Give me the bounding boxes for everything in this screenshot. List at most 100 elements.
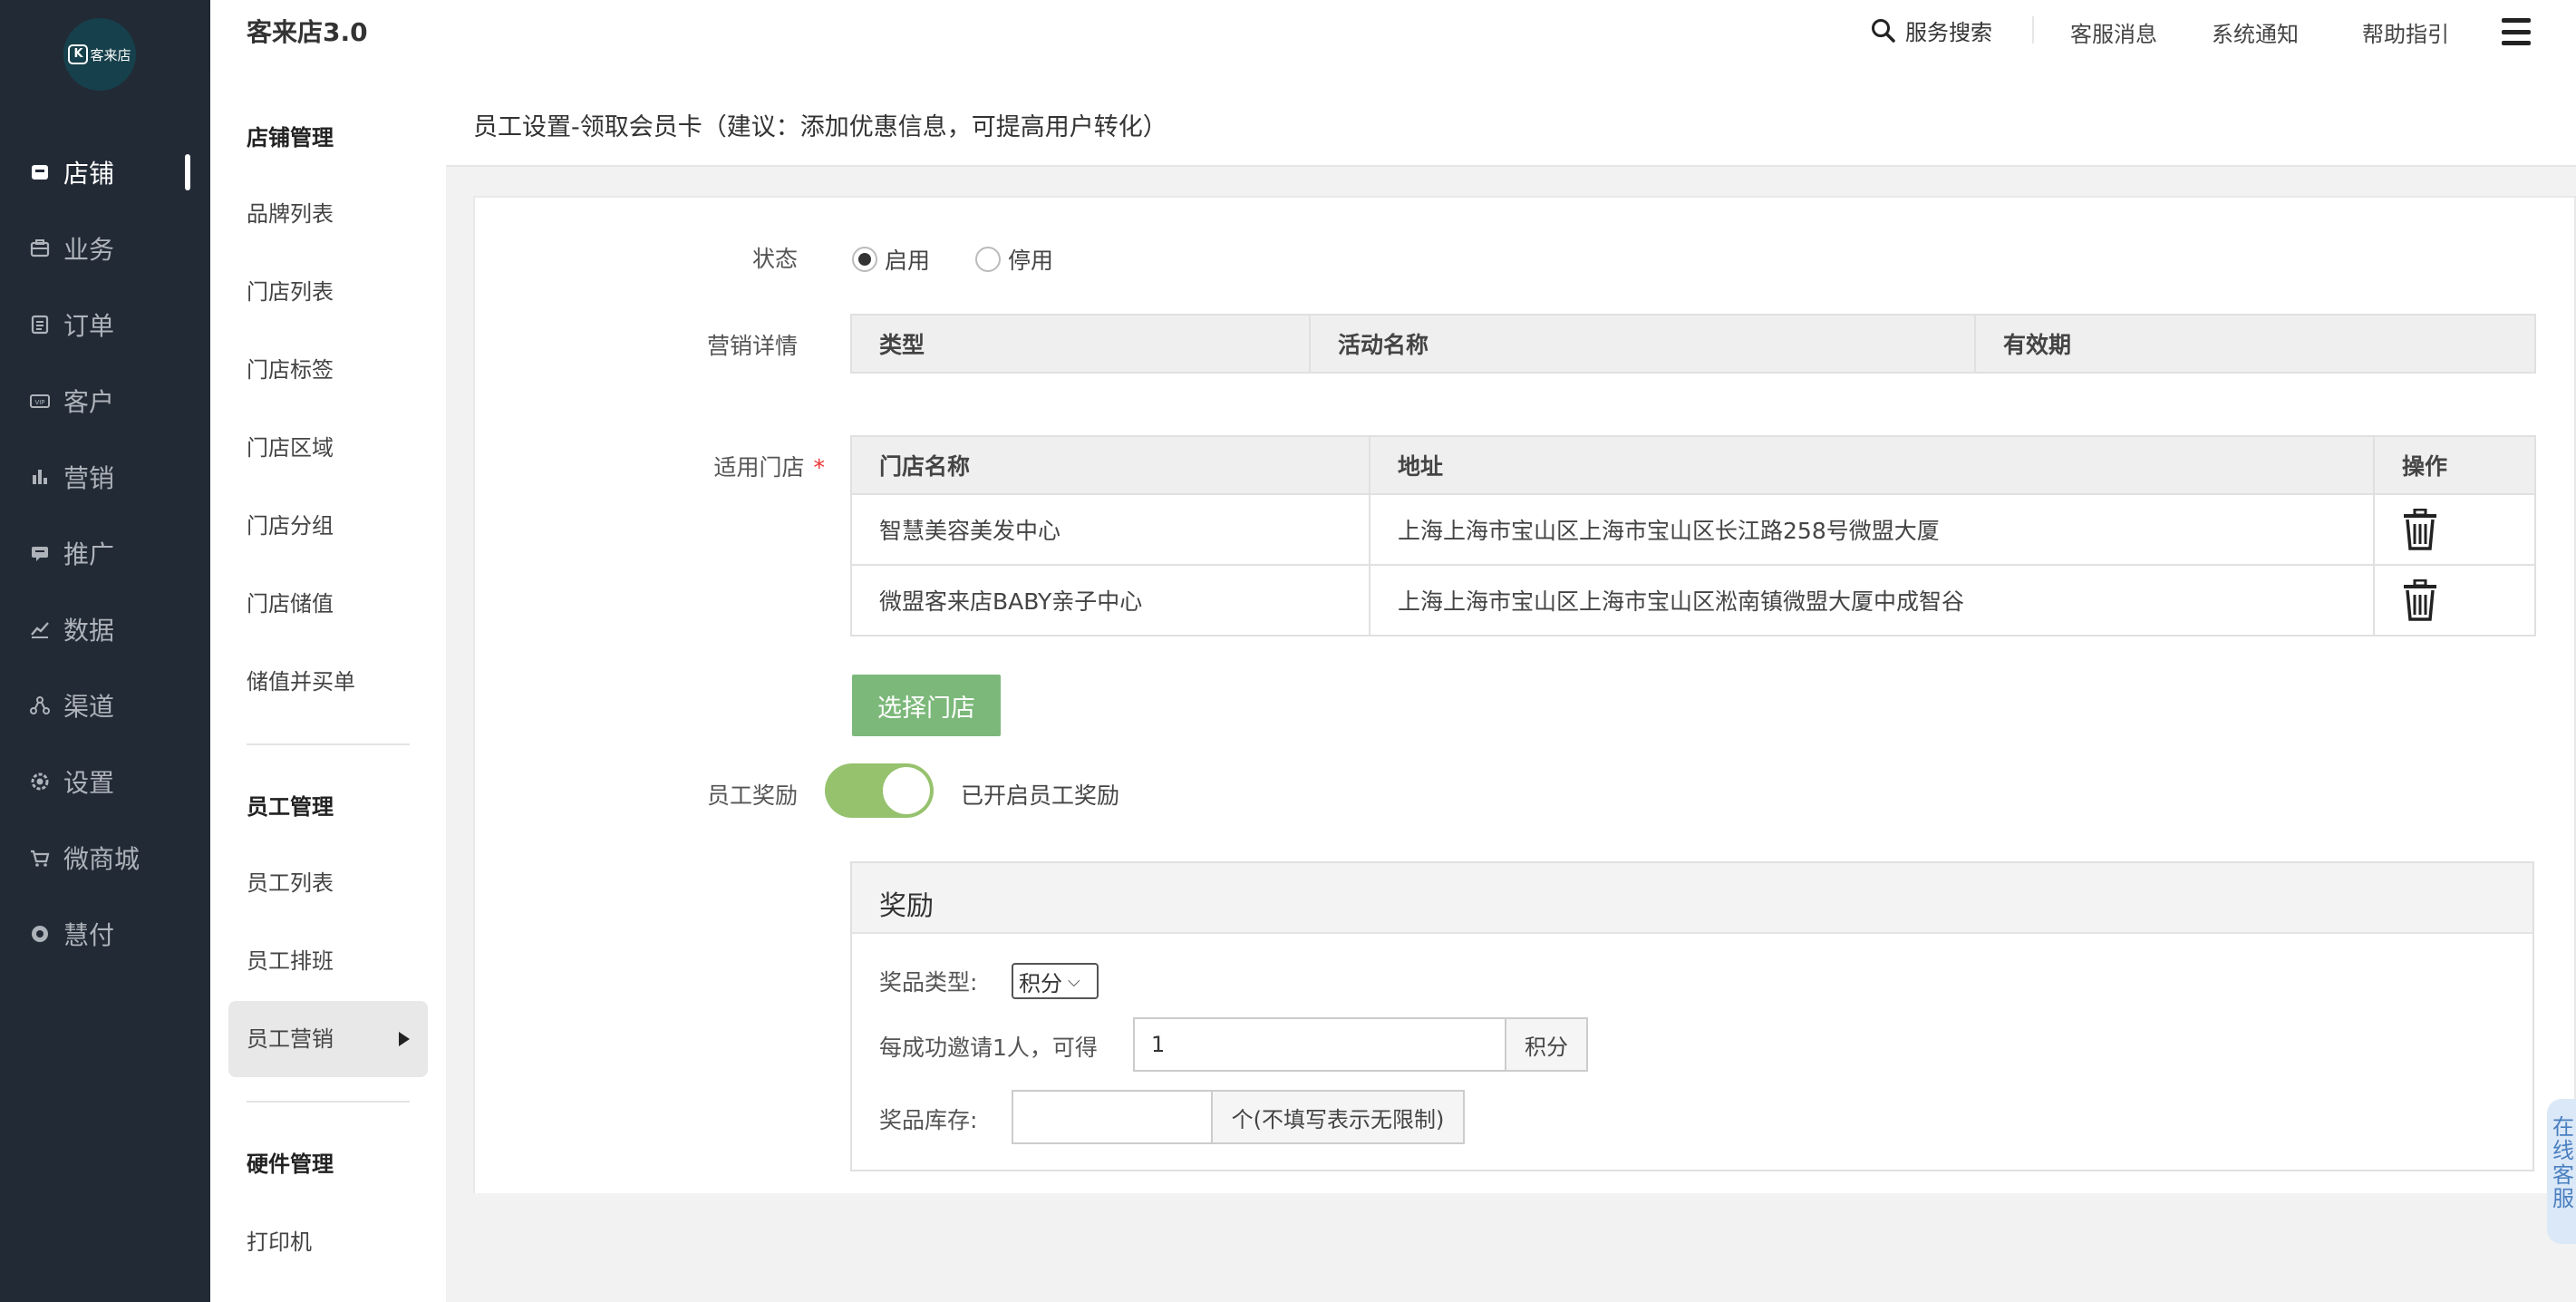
page-title-bar: 员工设置-领取会员卡（建议：添加优惠信息，可提高用户转化） (446, 73, 2576, 167)
nav-item-5[interactable]: 营销 (0, 450, 210, 504)
reward-panel-title: 奖励 (879, 890, 934, 922)
store-name: 智慧美容美发中心 (850, 493, 1370, 566)
trash-icon[interactable] (2402, 509, 2438, 550)
service-search-label: 服务搜索 (1905, 20, 1992, 45)
help-guide-link[interactable]: 帮助指引 (2362, 16, 2449, 48)
channel-icon (29, 695, 51, 716)
reward-type-select[interactable]: 积分 ⌵ (1012, 963, 1099, 999)
subnav-group-hardware: 硬件管理 (247, 1151, 334, 1177)
system-notice-link[interactable]: 系统通知 (2212, 16, 2299, 48)
subnav-item-printer[interactable]: 打印机 (247, 1224, 312, 1256)
nav-item-label: 微商城 (63, 844, 140, 874)
menu-icon[interactable] (2502, 18, 2531, 45)
customer-service-link[interactable]: 客服消息 (2070, 16, 2157, 48)
logo-text: 客来店 (90, 46, 131, 63)
radio-unchecked-icon (975, 247, 1001, 272)
nav-item-1[interactable]: 店铺 (0, 145, 210, 199)
nav-item-7[interactable]: 数据 (0, 602, 210, 656)
subnav-item-staff-list[interactable]: 员工列表 (247, 865, 334, 897)
status-enable-label: 启用 (885, 248, 931, 274)
reward-type-value: 积分 (1019, 970, 1062, 996)
subnav-item-staff-marketing[interactable]: 员工营销 (247, 1021, 334, 1053)
per-invite-label: 每成功邀请1人，可得 (879, 1035, 1098, 1061)
stores-table: 门店名称 地址 操作 智慧美容美发中心 上海上海市宝山区上海市宝山区长江路258… (850, 435, 2536, 636)
caret-right-icon (399, 1032, 410, 1046)
nav-item-9[interactable]: 设置 (0, 754, 210, 809)
stores-label-text: 适用门店 (713, 454, 805, 481)
nav-item-label: 推广 (63, 539, 115, 569)
subnav-group-staff: 员工管理 (247, 794, 334, 820)
marketing-label: 营销详情 (706, 333, 798, 359)
toggle-knob (883, 767, 930, 814)
chevron-down-icon: ⌵ (1068, 971, 1080, 991)
per-invite-input[interactable]: 1 (1133, 1017, 1506, 1072)
main-nav: K 客来店 店铺业务订单 VIP 客户营销推广数据渠道设置微商城慧付 (0, 0, 210, 1302)
subnav-item-store-list[interactable]: 门店列表 (247, 274, 334, 306)
nav-item-label: 客户 (63, 387, 115, 417)
stock-label: 奖品库存: (879, 1107, 978, 1133)
store-actions-cell (2373, 564, 2536, 636)
subnav-item-store-region[interactable]: 门店区域 (247, 430, 334, 462)
app-logo[interactable]: K 客来店 (63, 18, 136, 91)
status-disable-label: 停用 (1008, 248, 1054, 274)
nav-item-2[interactable]: 业务 (0, 221, 210, 276)
subnav-item-store-deposit[interactable]: 门店储值 (247, 586, 334, 617)
subnav-item-store-group[interactable]: 门店分组 (247, 508, 334, 539)
reward-panel: 奖励 奖品类型: 积分 ⌵ 每成功邀请1人，可得 1 积分 奖品库存: 个(不填… (850, 861, 2534, 1171)
marketing-table: 类型 活动名称 有效期 (850, 314, 2536, 374)
subnav-item-deposit-pay[interactable]: 储值并买单 (247, 664, 355, 695)
stores-label: 适用门店 * (616, 450, 825, 482)
nav-item-label: 业务 (63, 235, 115, 265)
nav-item-label: 数据 (63, 616, 115, 646)
nav-item-6[interactable]: 推广 (0, 526, 210, 580)
form-card: 状态 启用 停用 营销详情 类型 活动名称 有效期 适用门店 * 门店名称 地址 … (473, 196, 2576, 1193)
trash-icon[interactable] (2402, 579, 2438, 621)
subnav-item-staff-schedule[interactable]: 员工排班 (247, 943, 334, 975)
nav-item-8[interactable]: 渠道 (0, 678, 210, 733)
reward-toggle-switch[interactable] (825, 763, 934, 818)
subnav-item-brand-list[interactable]: 品牌列表 (247, 196, 334, 228)
radio-checked-icon (852, 247, 877, 272)
megaphone-icon (29, 542, 51, 564)
table-row: 微盟客来店BABY亲子中心 上海上海市宝山区上海市宝山区淞南镇微盟大厦中成智谷 (850, 564, 2536, 636)
reward-toggle-status: 已开启员工奖励 (961, 782, 1120, 809)
briefcase-icon (29, 238, 51, 259)
top-header: 客来店3.0 服务搜索 客服消息 系统通知 帮助指引 (210, 0, 2576, 73)
status-enable-radio[interactable]: 启用 (852, 243, 930, 276)
line-chart-icon (29, 618, 51, 640)
store-actions-cell (2373, 493, 2536, 566)
online-service-tab[interactable]: 在线客服 (2547, 1099, 2576, 1244)
search-icon (1872, 18, 1895, 43)
per-invite-unit: 积分 (1505, 1017, 1588, 1072)
marketing-col-type: 类型 (850, 314, 1311, 374)
nav-item-label: 渠道 (63, 692, 115, 722)
bar-chart-icon (29, 466, 51, 488)
nav-item-4[interactable]: VIP 客户 (0, 374, 210, 428)
stores-col-address: 地址 (1369, 435, 2375, 495)
nav-item-3[interactable]: 订单 (0, 297, 210, 352)
vip-card-icon: VIP (29, 390, 51, 412)
nav-item-label: 营销 (63, 463, 115, 493)
required-mark: * (813, 454, 826, 481)
status-disable-radio[interactable]: 停用 (975, 243, 1053, 276)
status-label: 状态 (751, 246, 798, 272)
service-search-button[interactable]: 服务搜索 (1871, 15, 1992, 46)
select-store-button[interactable]: 选择门店 (852, 675, 1001, 736)
sub-nav: 店铺管理 品牌列表 门店列表 门店标签 门店区域 门店分组 门店储值 储值并买单… (210, 73, 446, 1302)
document-icon (29, 314, 51, 335)
nav-item-label: 慧付 (63, 920, 115, 950)
stock-input[interactable] (1012, 1090, 1213, 1144)
nav-item-11[interactable]: 慧付 (0, 907, 210, 961)
nav-item-label: 店铺 (63, 159, 115, 189)
app-title: 客来店3.0 (247, 17, 368, 47)
reward-type-label: 奖品类型: (879, 969, 978, 996)
nav-item-label: 设置 (63, 768, 115, 798)
svg-text:VIP: VIP (34, 399, 44, 406)
gear-icon (29, 771, 51, 792)
stock-unit: 个(不填写表示无限制) (1211, 1090, 1465, 1144)
nav-item-10[interactable]: 微商城 (0, 831, 210, 885)
subnav-divider (247, 743, 410, 745)
marketing-col-validity: 有效期 (1974, 314, 2536, 374)
subnav-item-store-tags[interactable]: 门店标签 (247, 352, 334, 384)
pay-icon (29, 923, 51, 945)
